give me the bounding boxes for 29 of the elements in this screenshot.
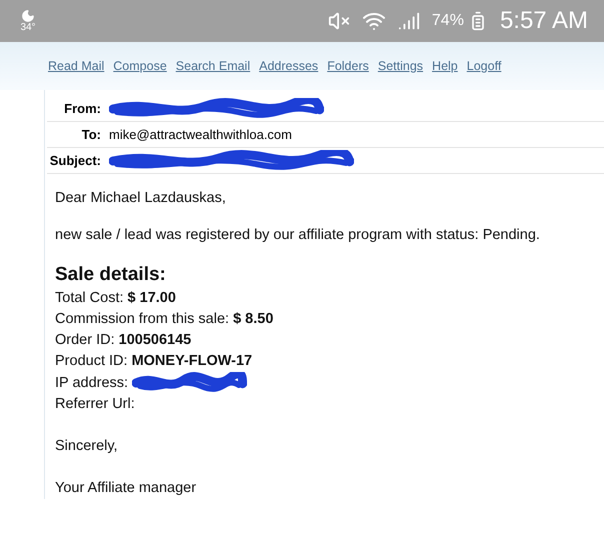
nav-link[interactable]: Search Email [176, 56, 250, 76]
nav-link[interactable]: Compose [113, 56, 167, 76]
battery-percent: 74% [432, 11, 464, 31]
detail-line: Order ID: 100506145 [55, 331, 192, 350]
nav-link[interactable]: Help [432, 56, 458, 76]
intro-text: new sale / lead was registered by our affiliate program with status: Pending. [55, 226, 541, 245]
nav-link[interactable]: Folders [327, 56, 369, 76]
moon-icon [21, 9, 35, 23]
detail-line: Referrer Url: [55, 395, 135, 414]
signature: Your Affiliate manager [55, 479, 198, 498]
header-value: mike@attractwealthwithloa.com [109, 126, 292, 144]
nav-link[interactable]: Read Mail [48, 56, 104, 76]
nav-link[interactable]: Settings [378, 56, 424, 76]
nav-link[interactable]: Addresses [259, 56, 318, 76]
detail-line: Product ID: MONEY-FLOW-17 [55, 352, 252, 371]
clock: 5:57 AM [500, 6, 588, 36]
details-title: Sale details: [55, 263, 167, 287]
header-label: From: [63, 100, 101, 118]
detail-line: IP address: [55, 374, 128, 392]
header-label: Subject: [48, 152, 101, 170]
greeting: Dear Michael Lazdauskas, [55, 189, 227, 208]
temperature: 34° [20, 23, 36, 33]
mute-icon [328, 10, 350, 32]
signal-icon [398, 10, 420, 32]
detail-line: Commission from this sale: $ 8.50 [55, 310, 274, 329]
nav-link[interactable]: Logoff [466, 56, 502, 76]
closing: Sincerely, [55, 437, 119, 456]
detail-line: Total Cost: $ 17.00 [55, 289, 176, 308]
header-label: To: [80, 126, 101, 144]
